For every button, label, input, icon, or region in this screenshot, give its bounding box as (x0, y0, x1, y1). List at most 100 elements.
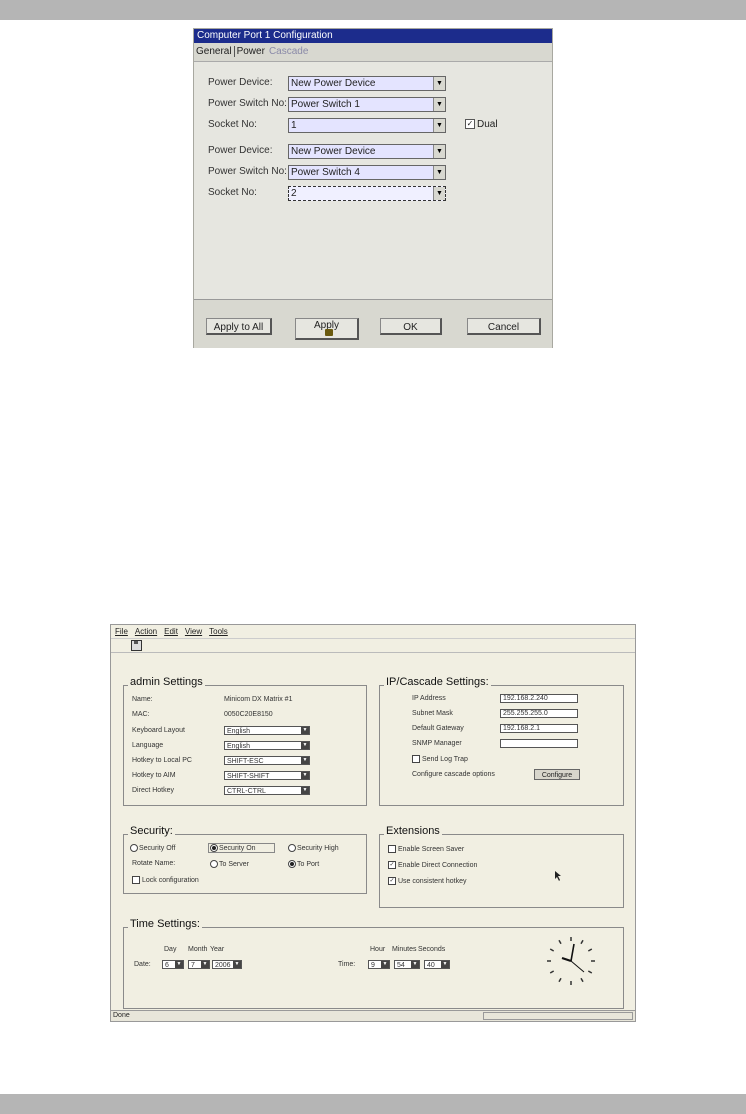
hotkey-local-label: Hotkey to Local PC (132, 757, 192, 764)
chevron-down-icon[interactable]: ▼ (301, 772, 309, 779)
socket-select[interactable]: 1 ▼ (288, 118, 446, 133)
time-settings-group: Time Settings: Day Month Year Date: 6 ▼ 7… (123, 918, 624, 1009)
power-device-label: Power Device: (208, 77, 273, 88)
socket-row-1: Socket No: 1 ▼ ✓ Dual (194, 118, 552, 134)
socket-select-2[interactable]: 2 ▼ (288, 186, 446, 201)
admin-settings-window: File Action Edit View Tools admin Settings N… (110, 624, 636, 1022)
chevron-down-icon[interactable]: ▼ (441, 961, 449, 968)
chevron-down-icon[interactable]: ▼ (433, 166, 445, 179)
admin-settings-title: admin Settings (128, 676, 205, 688)
to-server-radio[interactable]: To Server (210, 860, 249, 868)
radio-unselected-icon (210, 860, 218, 868)
tab-power[interactable]: Power (235, 44, 267, 60)
menu-edit[interactable]: Edit (164, 627, 178, 636)
chevron-down-icon[interactable]: ▼ (301, 787, 309, 794)
radio-selected-icon (210, 844, 218, 852)
status-text: Done (113, 1012, 130, 1019)
cascade-options-label: Configure cascade options (412, 771, 495, 778)
chevron-down-icon[interactable]: ▼ (233, 961, 241, 968)
radio-selected-icon (288, 860, 296, 868)
security-off-radio[interactable]: Security Off (130, 844, 175, 852)
configure-button[interactable]: Configure (534, 769, 580, 780)
checkbox-unchecked-icon (388, 845, 396, 853)
apply-button[interactable]: Apply (295, 318, 359, 340)
security-high-radio[interactable]: Security High (288, 844, 339, 852)
chevron-down-icon[interactable]: ▼ (301, 727, 309, 734)
lock-configuration-checkbox[interactable]: Lock configuration (132, 876, 199, 884)
dual-checkbox[interactable]: ✓ Dual (465, 119, 498, 130)
status-panel (483, 1012, 633, 1020)
chevron-down-icon[interactable]: ▼ (301, 742, 309, 749)
save-icon[interactable] (131, 640, 142, 651)
dialog-title: Computer Port 1 Configuration (194, 29, 552, 43)
chevron-down-icon[interactable]: ▼ (381, 961, 389, 968)
send-log-trap-checkbox[interactable]: Send Log Trap (412, 755, 468, 763)
hotkey-local-select[interactable]: SHIFT-ESC ▼ (224, 756, 310, 765)
cancel-button[interactable]: Cancel (467, 318, 541, 335)
chevron-down-icon[interactable]: ▼ (175, 961, 183, 968)
to-port-radio[interactable]: To Port (288, 860, 319, 868)
ip-address-input[interactable]: 192.168.2.240 (500, 694, 578, 703)
day-label: Day (164, 946, 177, 953)
subnet-mask-label: Subnet Mask (412, 710, 453, 717)
page-header-bar (0, 0, 746, 20)
toolbar (111, 638, 635, 653)
tab-cascade[interactable]: Cascade (267, 44, 310, 60)
checkbox-checked-icon: ✓ (388, 861, 396, 869)
checkbox-unchecked-icon (412, 755, 420, 763)
default-gateway-input[interactable]: 192.168.2.1 (500, 724, 578, 733)
apply-to-all-button[interactable]: Apply to All (206, 318, 272, 335)
seconds-select[interactable]: 40 ▼ (424, 960, 450, 969)
mac-label: MAC: (132, 711, 150, 718)
security-on-radio[interactable]: Security On (208, 843, 275, 853)
consistent-hotkey-checkbox[interactable]: ✓ Use consistent hotkey (388, 877, 466, 885)
chevron-down-icon[interactable]: ▼ (201, 961, 209, 968)
menu-file[interactable]: File (115, 627, 128, 636)
subnet-mask-input[interactable]: 255.255.255.0 (500, 709, 578, 718)
ok-button[interactable]: OK (380, 318, 442, 335)
keyboard-layout-select[interactable]: English ▼ (224, 726, 310, 735)
chevron-down-icon[interactable]: ▼ (411, 961, 419, 968)
power-switch-row-2: Power Switch No: Power Switch 4 ▼ (194, 165, 552, 181)
power-device-select[interactable]: New Power Device ▼ (288, 76, 446, 91)
ip-address-label: IP Address (412, 695, 446, 702)
direct-connection-checkbox[interactable]: ✓ Enable Direct Connection (388, 861, 477, 869)
screen-saver-checkbox[interactable]: Enable Screen Saver (388, 845, 464, 853)
chevron-down-icon[interactable]: ▼ (433, 98, 445, 111)
month-select[interactable]: 7 ▼ (188, 960, 210, 969)
language-label: Language (132, 742, 164, 749)
minutes-select[interactable]: 54 ▼ (394, 960, 420, 969)
menu-view[interactable]: View (185, 627, 202, 636)
direct-hotkey-select[interactable]: CTRL-CTRL ▼ (224, 786, 310, 795)
tab-general[interactable]: General (194, 44, 234, 60)
radio-unselected-icon (130, 844, 138, 852)
snmp-manager-input[interactable] (500, 739, 578, 748)
date-label: Date: (134, 961, 151, 968)
power-switch-select[interactable]: Power Switch 1 ▼ (288, 97, 446, 112)
hour-select[interactable]: 9 ▼ (368, 960, 390, 969)
year-label: Year (210, 946, 225, 953)
dialog-button-bar: Apply to All Apply OK Cancel (194, 299, 552, 348)
menu-tools[interactable]: Tools (209, 627, 228, 636)
chevron-down-icon[interactable]: ▼ (433, 145, 445, 158)
day-select[interactable]: 6 ▼ (162, 960, 184, 969)
language-select[interactable]: English ▼ (224, 741, 310, 750)
dialog-tabs: General Power Cascade (194, 44, 310, 60)
chevron-down-icon[interactable]: ▼ (433, 77, 445, 90)
checkbox-checked-icon: ✓ (465, 119, 475, 130)
power-switch-select-2[interactable]: Power Switch 4 ▼ (288, 165, 446, 180)
chevron-down-icon[interactable]: ▼ (433, 187, 445, 200)
power-device-row-2: Power Device: New Power Device ▼ (194, 144, 552, 160)
power-device-select-2[interactable]: New Power Device ▼ (288, 144, 446, 159)
mouse-pointer-icon (555, 871, 561, 881)
menu-action[interactable]: Action (135, 627, 157, 636)
security-group: Security: Security Off Security On Secur… (123, 825, 367, 894)
hotkey-aim-select[interactable]: SHIFT-SHIFT ▼ (224, 771, 310, 780)
keyboard-layout-label: Keyboard Layout (132, 727, 185, 734)
extensions-title: Extensions (384, 825, 442, 837)
power-device-row-1: Power Device: New Power Device ▼ (194, 76, 552, 92)
power-device-label: Power Device: (208, 145, 273, 156)
chevron-down-icon[interactable]: ▼ (301, 757, 309, 764)
chevron-down-icon[interactable]: ▼ (433, 119, 445, 132)
year-select[interactable]: 2006 ▼ (212, 960, 242, 969)
